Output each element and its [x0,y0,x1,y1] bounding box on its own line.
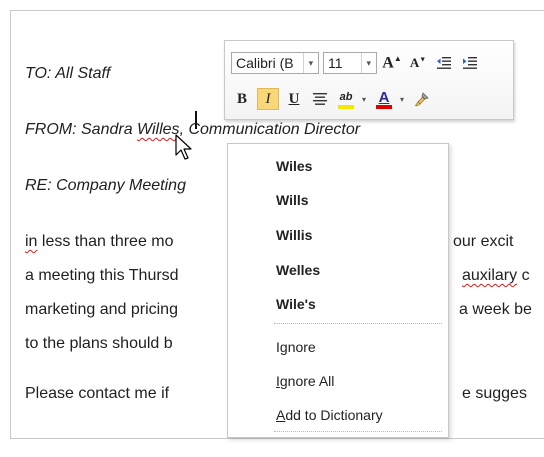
highlight-color-bar [338,105,354,109]
format-painter-icon [414,92,429,107]
underline-label: U [288,90,300,107]
body-line-2: a meeting this Thursd [25,266,179,286]
highlighter-icon: ab [339,90,353,103]
body-line-3-right: a week be [459,301,532,318]
increase-indent-button[interactable] [459,52,481,74]
body-line-5-right-wrap: e sugges [462,384,527,404]
font-color-icon: A [378,88,390,106]
font-size-value: 11 [328,55,343,71]
menu-item-ignore[interactable]: Ig nore [276,335,440,359]
chevron-down-icon[interactable]: ▾ [302,53,318,73]
ignore-accelerator: g [279,339,288,355]
decrease-indent-icon [437,57,451,69]
font-size-combo[interactable]: 11 ▾ [323,52,377,74]
bold-button[interactable]: B [231,88,253,110]
body-line-4: to the plans should b [25,334,173,354]
suggestion-wiles[interactable]: Wiles [276,154,440,178]
add-dict-accelerator: A [276,407,286,423]
memo-from-suffix: , Communication Director [179,121,361,138]
body-line-5-right: e sugges [462,385,527,402]
underline-button[interactable]: U [283,88,305,110]
body-line-1-right: our excit [453,233,514,250]
body-line-5-left: Please contact me if [25,385,170,402]
body-line-1: in less than three mo [25,232,174,252]
menu-icon-gutter [228,144,268,437]
memo-re-line: RE: Company Meeting [25,176,186,196]
misspelled-word-in[interactable]: in [25,233,37,250]
memo-to-line: TO: All Staff [25,64,110,84]
body-line-3-right-wrap: a week be [459,300,532,320]
body-line-4-left: to the plans should b [25,335,173,352]
menu-separator [274,323,442,324]
body-line-3: marketing and pricing [25,300,178,320]
font-name-value: Calibri (B [236,55,294,71]
center-align-icon [313,93,327,105]
text-cursor [195,111,197,129]
highlight-dropdown-arrow[interactable]: ▾ [359,95,369,104]
bold-label: B [236,90,247,107]
suggestion-wiles-possessive[interactable]: Wile's [276,292,440,316]
decrease-indent-button[interactable] [433,52,455,74]
italic-button[interactable]: I [257,88,279,110]
font-color-dropdown-arrow[interactable]: ▾ [397,95,407,104]
body-line-2-left: a meeting this Thursd [25,267,179,284]
menu-separator [274,431,442,432]
suggestion-label: Willis [276,227,313,243]
spelling-context-menu: Wiles Wills Willis Welles Wile's Ig nore … [227,143,449,438]
shrink-font-icon: A▼ [409,55,427,70]
menu-item-ignore-all[interactable]: Ignore All [276,369,440,393]
memo-re-text: RE: Company Meeting [25,177,186,194]
mouse-pointer-icon [175,134,192,160]
chevron-down-icon[interactable]: ▾ [360,53,376,73]
memo-to-text: TO: All Staff [25,65,111,82]
suggestion-willis[interactable]: Willis [276,223,440,247]
body-line-2-right: c [517,267,530,284]
grow-font-button[interactable]: A▲ [381,52,403,74]
body-line-1-right-wrap: our excit [453,232,513,252]
highlight-button[interactable]: ab [335,88,357,110]
toolbar-row-format: B I U ab ▾ A ▾ [231,87,433,111]
suggestion-welles[interactable]: Welles [276,258,440,282]
suggestion-label: Wills [276,192,309,208]
misspelled-word-auxilary[interactable]: auxilary [462,267,517,284]
ignore-all-label-end: gnore All [279,373,335,389]
italic-label: I [265,90,271,107]
format-painter-button[interactable] [411,88,433,110]
font-color-button[interactable]: A [373,88,395,110]
shrink-font-button[interactable]: A▼ [407,52,429,74]
mini-formatting-toolbar: Calibri (B ▾ 11 ▾ A▲ A▼ B I U ab ▾ A ▾ [224,40,514,120]
add-dict-label-end: dd to Dictionary [285,407,383,423]
body-line-3-left: marketing and pricing [25,301,178,318]
suggestion-wills[interactable]: Wills [276,188,440,212]
center-align-button[interactable] [309,88,331,110]
body-line-1-left: less than three mo [37,233,174,250]
suggestion-label: Wiles [276,158,313,174]
memo-from-prefix: FROM: Sandra [25,121,138,138]
increase-indent-icon [463,57,477,69]
suggestion-label: Welles [276,262,321,278]
font-name-combo[interactable]: Calibri (B ▾ [231,52,319,74]
grow-font-icon: A▲ [382,53,402,72]
ignore-label-end: nore [287,339,316,355]
toolbar-row-font: Calibri (B ▾ 11 ▾ A▲ A▼ [231,51,481,75]
suggestion-label: Wile's [276,296,316,312]
body-line-5: Please contact me if [25,384,169,404]
font-color-bar [376,105,392,109]
body-line-2-right-wrap: auxilary c [462,266,530,286]
menu-item-add-to-dictionary[interactable]: Add to Dictionary [276,403,440,427]
